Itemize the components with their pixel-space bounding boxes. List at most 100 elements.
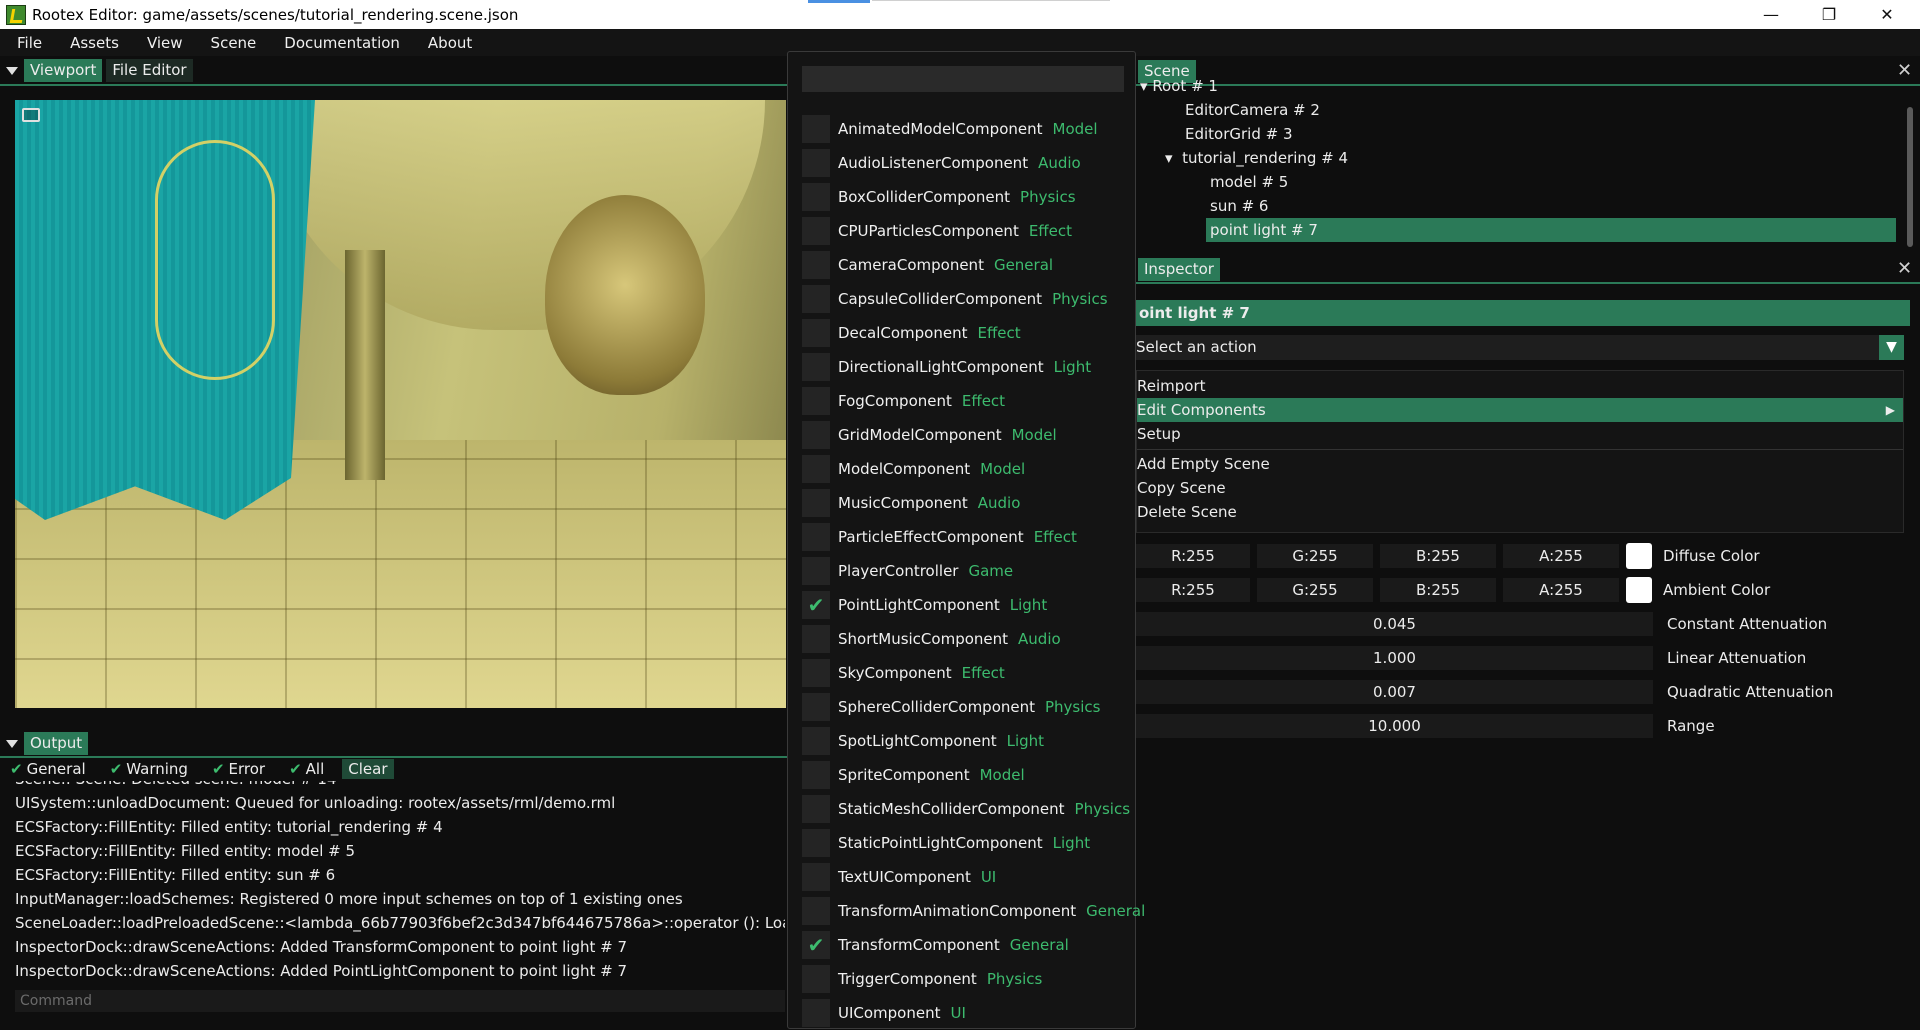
- minimize-button[interactable]: —: [1742, 0, 1800, 29]
- component-row[interactable]: ModelComponent Model: [802, 452, 1025, 486]
- checkbox[interactable]: [802, 251, 830, 279]
- ambient-b-field[interactable]: B:255: [1380, 578, 1496, 602]
- tree-item-sun[interactable]: sun # 6: [1210, 194, 1268, 218]
- checkbox[interactable]: [802, 761, 830, 789]
- tree-item-root[interactable]: ▾ Root # 1: [1140, 74, 1218, 98]
- checkbox[interactable]: [802, 795, 830, 823]
- menu-documentation[interactable]: Documentation: [267, 34, 411, 52]
- tab-inspector[interactable]: Inspector: [1138, 258, 1220, 281]
- component-row[interactable]: TextUIComponent UI: [802, 860, 996, 894]
- checkbox[interactable]: [802, 285, 830, 313]
- check-icon[interactable]: ✔: [289, 760, 302, 778]
- tree-item-editorcamera[interactable]: EditorCamera # 2: [1185, 98, 1320, 122]
- component-row[interactable]: UIComponent UI: [802, 996, 966, 1030]
- ambient-a-field[interactable]: A:255: [1503, 578, 1619, 602]
- menu-view[interactable]: View: [130, 34, 194, 52]
- ambient-g-field[interactable]: G:255: [1257, 578, 1373, 602]
- checkbox[interactable]: [802, 319, 830, 347]
- action-select[interactable]: Select an action ▼: [1136, 335, 1904, 360]
- diffuse-g-field[interactable]: G:255: [1257, 544, 1373, 568]
- checkbox[interactable]: [802, 489, 830, 517]
- close-icon[interactable]: ✕: [1897, 258, 1912, 279]
- tab-viewport[interactable]: Viewport: [24, 59, 103, 82]
- menu-item-setup[interactable]: Setup: [1137, 422, 1903, 446]
- check-icon[interactable]: ✔: [212, 760, 225, 778]
- command-input[interactable]: Command: [15, 990, 785, 1012]
- component-row[interactable]: TransformAnimationComponent General: [802, 894, 1145, 928]
- checkbox[interactable]: [802, 897, 830, 925]
- checkbox[interactable]: [802, 965, 830, 993]
- menu-assets[interactable]: Assets: [53, 34, 130, 52]
- filter-error[interactable]: Error: [229, 760, 266, 778]
- filter-warning[interactable]: Warning: [126, 760, 188, 778]
- tree-item-point-light[interactable]: point light # 7: [1206, 218, 1896, 242]
- tree-item-editorgrid[interactable]: EditorGrid # 3: [1185, 122, 1293, 146]
- filter-all[interactable]: All: [306, 760, 325, 778]
- component-row[interactable]: FogComponent Effect: [802, 384, 1005, 418]
- quadratic-attenuation-field[interactable]: 0.007: [1136, 680, 1653, 704]
- component-row[interactable]: SphereColliderComponent Physics: [802, 690, 1100, 724]
- tree-item-tutorial-rendering[interactable]: ▾ tutorial_rendering # 4: [1165, 146, 1348, 170]
- component-row[interactable]: DirectionalLightComponent Light: [802, 350, 1091, 384]
- viewport-render[interactable]: [15, 100, 786, 708]
- checkbox[interactable]: [802, 999, 830, 1027]
- tab-file-editor[interactable]: File Editor: [106, 59, 193, 82]
- component-row[interactable]: CapsuleColliderComponent Physics: [802, 282, 1108, 316]
- menu-item-edit-components[interactable]: Edit Components ▶: [1137, 398, 1903, 422]
- component-search-input[interactable]: [802, 66, 1124, 92]
- checkbox[interactable]: [802, 421, 830, 449]
- checkbox[interactable]: [802, 863, 830, 891]
- checkbox[interactable]: [802, 217, 830, 245]
- component-row[interactable]: SkyComponent Effect: [802, 656, 1005, 690]
- restore-button[interactable]: ❐: [1800, 0, 1858, 29]
- tree-item-model[interactable]: model # 5: [1210, 170, 1288, 194]
- component-row[interactable]: GridModelComponent Model: [802, 418, 1057, 452]
- component-row[interactable]: SpriteComponent Model: [802, 758, 1025, 792]
- range-field[interactable]: 10.000: [1136, 714, 1653, 738]
- component-row[interactable]: StaticPointLightComponent Light: [802, 826, 1090, 860]
- component-row[interactable]: ✔ PointLightComponent Light: [802, 588, 1047, 622]
- component-row[interactable]: AudioListenerComponent Audio: [802, 146, 1081, 180]
- component-row[interactable]: ShortMusicComponent Audio: [802, 622, 1061, 656]
- clear-button[interactable]: Clear: [342, 759, 394, 779]
- checkbox[interactable]: [802, 523, 830, 551]
- scene-scrollbar[interactable]: [1907, 107, 1913, 247]
- close-icon[interactable]: ✕: [1897, 60, 1912, 81]
- expand-triangle-icon[interactable]: ▾: [1165, 149, 1182, 167]
- checkbox[interactable]: [802, 693, 830, 721]
- menu-file[interactable]: File: [0, 34, 53, 52]
- checkbox[interactable]: [802, 727, 830, 755]
- close-window-button[interactable]: ✕: [1858, 0, 1916, 29]
- checkbox[interactable]: [802, 387, 830, 415]
- dropdown-arrow-icon[interactable]: ▼: [1879, 335, 1904, 360]
- filter-general[interactable]: General: [27, 760, 86, 778]
- checked-checkbox-icon[interactable]: ✔: [802, 931, 830, 959]
- checkbox[interactable]: [802, 353, 830, 381]
- component-row[interactable]: SpotLightComponent Light: [802, 724, 1044, 758]
- checkbox[interactable]: [802, 455, 830, 483]
- menu-item-add-empty-scene[interactable]: Add Empty Scene: [1137, 452, 1903, 476]
- component-row[interactable]: PlayerController Game: [802, 554, 1013, 588]
- component-row[interactable]: CPUParticlesComponent Effect: [802, 214, 1072, 248]
- checkbox[interactable]: [802, 829, 830, 857]
- component-row[interactable]: ParticleEffectComponent Effect: [802, 520, 1077, 554]
- menu-item-delete-scene[interactable]: Delete Scene: [1137, 500, 1903, 524]
- checkbox[interactable]: [802, 557, 830, 585]
- collapse-triangle-icon[interactable]: [6, 66, 18, 75]
- diffuse-a-field[interactable]: A:255: [1503, 544, 1619, 568]
- checkbox[interactable]: [802, 659, 830, 687]
- component-row[interactable]: MusicComponent Audio: [802, 486, 1020, 520]
- menu-item-reimport[interactable]: Reimport: [1137, 374, 1903, 398]
- collapse-triangle-icon[interactable]: [6, 739, 18, 748]
- component-row[interactable]: ✔ TransformComponent General: [802, 928, 1069, 962]
- component-row[interactable]: BoxColliderComponent Physics: [802, 180, 1076, 214]
- checked-checkbox-icon[interactable]: ✔: [802, 591, 830, 619]
- image-icon[interactable]: [22, 108, 40, 122]
- constant-attenuation-field[interactable]: 0.045: [1136, 612, 1653, 636]
- component-row[interactable]: DecalComponent Effect: [802, 316, 1021, 350]
- diffuse-r-field[interactable]: R:255: [1136, 544, 1250, 568]
- expand-triangle-icon[interactable]: ▾: [1140, 77, 1152, 95]
- tab-output[interactable]: Output: [24, 732, 89, 755]
- component-row[interactable]: TriggerComponent Physics: [802, 962, 1042, 996]
- ambient-r-field[interactable]: R:255: [1136, 578, 1250, 602]
